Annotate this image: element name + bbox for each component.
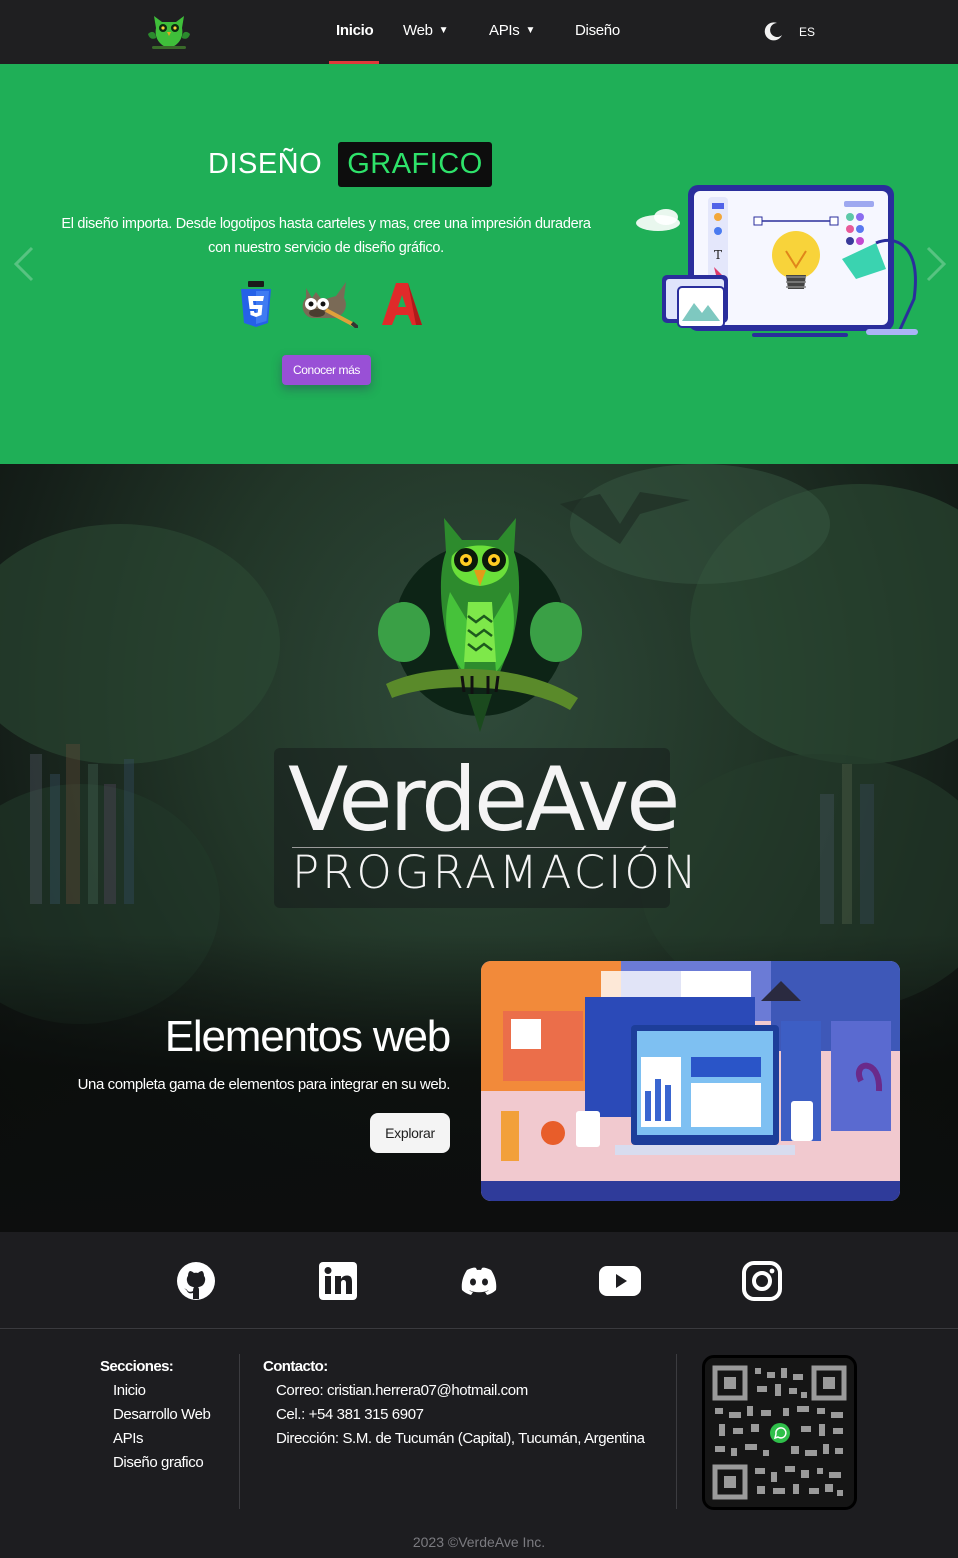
svg-text:T: T xyxy=(714,248,722,262)
nav-link-label: APIs xyxy=(489,22,520,39)
youtube-icon[interactable] xyxy=(598,1260,642,1302)
owl-mascot-logo xyxy=(378,518,582,732)
navbar: Inicio Web ▼ APIs ▼ Diseño ES xyxy=(0,0,958,64)
footer-divider xyxy=(239,1354,240,1509)
linkedin-icon[interactable] xyxy=(316,1260,360,1302)
brand-name: VerdeAve xyxy=(288,748,680,851)
contact-phone: Cel.: +54 381 315 6907 xyxy=(276,1406,424,1423)
web-elements-description: Una completa gama de elementos para inte… xyxy=(77,1076,451,1093)
language-selector[interactable]: ES xyxy=(799,25,815,39)
brand-subtitle: PROGRAMACIÓN xyxy=(292,846,700,899)
hero-title-part1: DISEÑO xyxy=(208,148,323,180)
footer-divider xyxy=(676,1354,677,1509)
caret-down-icon: ▼ xyxy=(525,25,536,36)
social-links xyxy=(0,1232,958,1329)
nav-link-label: Inicio xyxy=(336,22,374,39)
qr-code-icon xyxy=(705,1358,854,1507)
design-illustration: T xyxy=(636,185,918,337)
footer: Secciones: Inicio Desarrollo Web APIs Di… xyxy=(0,1330,958,1558)
footer-link-desarrollo-web[interactable]: Desarrollo Web xyxy=(113,1406,211,1423)
contact-title: Contacto: xyxy=(263,1358,328,1375)
gimp-icon xyxy=(302,282,358,328)
sections-title: Secciones: xyxy=(100,1358,174,1375)
nav-link-web[interactable]: Web ▼ xyxy=(403,22,449,39)
hero-description: El diseño importa. Desde logotipos hasta… xyxy=(30,212,622,260)
caret-down-icon: ▼ xyxy=(438,25,449,36)
contact-email[interactable]: Correo: cristian.herrera07@hotmail.com xyxy=(276,1382,528,1399)
explore-button[interactable]: Explorar xyxy=(370,1113,450,1153)
nav-link-label: Diseño xyxy=(575,22,620,39)
hero-description-line: El diseño importa. Desde logotipos hasta… xyxy=(61,216,591,232)
hero-title-part2: GRAFICO xyxy=(338,142,492,187)
hero-tool-icons xyxy=(238,279,424,329)
footer-link-apis[interactable]: APIs xyxy=(113,1430,143,1447)
learn-more-button[interactable]: Conocer más xyxy=(282,355,371,385)
nav-link-apis[interactable]: APIs ▼ xyxy=(489,22,535,39)
nav-link-inicio[interactable]: Inicio xyxy=(336,22,374,39)
brand-banner: VerdeAve PROGRAMACIÓN Elementos web Una … xyxy=(0,464,958,1232)
whatsapp-qr-code[interactable] xyxy=(702,1355,857,1510)
contact-address: Dirección: S.M. de Tucumán (Capital), Tu… xyxy=(276,1430,645,1447)
hero-carousel: DISEÑO GRAFICO El diseño importa. Desde … xyxy=(0,64,958,464)
owl-logo-icon[interactable] xyxy=(146,10,192,54)
web-elements-title: Elementos web xyxy=(164,1012,451,1061)
copyright: 2023 ©VerdeAve Inc. xyxy=(412,1534,546,1550)
web-elements-illustration[interactable] xyxy=(481,961,900,1201)
footer-link-inicio[interactable]: Inicio xyxy=(113,1382,146,1399)
instagram-icon[interactable] xyxy=(740,1260,784,1302)
footer-link-diseno-grafico[interactable]: Diseño grafico xyxy=(113,1454,204,1471)
moon-icon[interactable] xyxy=(764,21,784,41)
nav-link-label: Web xyxy=(403,22,433,39)
adobe-icon xyxy=(382,283,422,325)
discord-icon[interactable] xyxy=(457,1260,501,1302)
css3-icon xyxy=(241,281,271,327)
github-icon[interactable] xyxy=(174,1260,218,1302)
nav-link-diseno[interactable]: Diseño xyxy=(575,22,620,39)
hero-description-line: con nuestro servicio de diseño gráfico. xyxy=(208,240,444,256)
hero-title: DISEÑO GRAFICO xyxy=(208,142,492,187)
